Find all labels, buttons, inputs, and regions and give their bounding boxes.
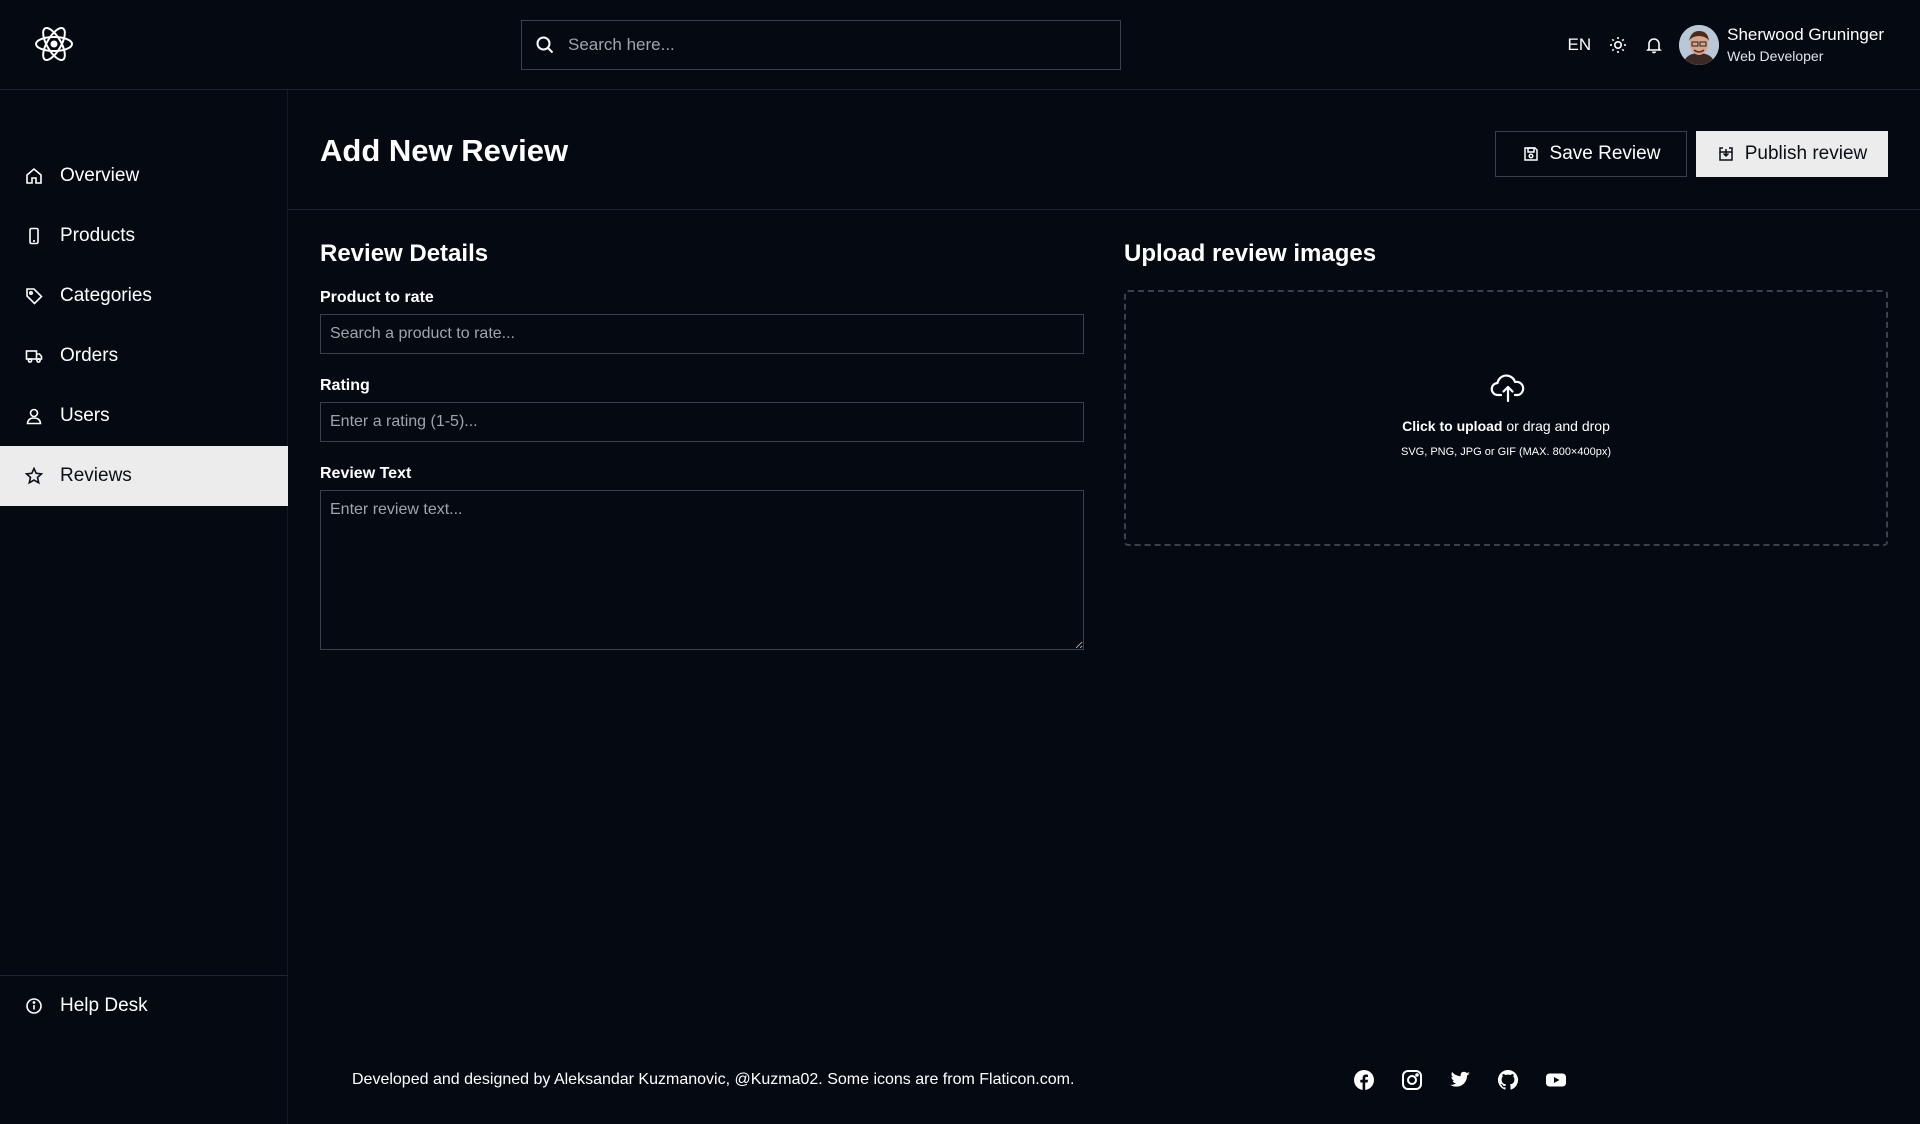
phone-icon: [24, 226, 44, 246]
review-text-field[interactable]: [320, 490, 1084, 650]
sidebar-item-label: Orders: [60, 345, 119, 366]
sidebar-item-orders[interactable]: Orders: [0, 326, 288, 386]
user-info[interactable]: Sherwood Gruninger Web Developer: [1727, 24, 1884, 66]
publish-icon: [1717, 145, 1735, 163]
save-icon: [1522, 145, 1540, 163]
sidebar-item-label: Users: [60, 405, 110, 426]
star-icon: [24, 466, 44, 486]
sidebar-item-overview[interactable]: Overview: [0, 146, 288, 206]
github-icon[interactable]: [1497, 1069, 1519, 1091]
header-actions: EN Sherwood Gruninger Web Developer: [1568, 22, 1884, 68]
sidebar-item-label: Reviews: [60, 465, 132, 486]
sidebar-item-label: Overview: [60, 165, 140, 186]
save-review-button[interactable]: Save Review: [1495, 131, 1687, 177]
publish-review-label: Publish review: [1744, 143, 1868, 164]
image-dropzone[interactable]: Click to upload or drag and drop SVG, PN…: [1124, 290, 1888, 546]
home-icon: [24, 166, 44, 186]
publish-review-button[interactable]: Publish review: [1696, 131, 1888, 177]
drag-drop-text: or drag and drop: [1502, 418, 1610, 434]
save-review-label: Save Review: [1549, 143, 1661, 164]
sidebar-nav: Overview Products Categories Orders User…: [0, 146, 288, 506]
sidebar-item-label: Products: [60, 225, 135, 246]
info-icon: [24, 996, 44, 1016]
header-search: [521, 20, 1121, 70]
page-header: Add New Review Save Review Publish revie…: [288, 90, 1920, 210]
page-title: Add New Review: [320, 133, 569, 168]
user-role: Web Developer: [1727, 48, 1824, 64]
cloud-upload-icon: [1490, 372, 1526, 404]
truck-icon: [24, 346, 44, 366]
search-icon: [534, 34, 556, 56]
sidebar-item-label: Categories: [60, 285, 152, 306]
facebook-icon[interactable]: [1353, 1069, 1375, 1091]
sidebar-item-help-desk[interactable]: Help Desk: [0, 976, 288, 1036]
twitter-icon[interactable]: [1449, 1069, 1471, 1091]
sun-icon[interactable]: [1607, 34, 1629, 56]
sidebar: Overview Products Categories Orders User…: [0, 90, 288, 1124]
user-icon: [24, 406, 44, 426]
instagram-icon[interactable]: [1401, 1069, 1423, 1091]
social-links: [1353, 1069, 1593, 1091]
user-name: Sherwood Gruninger: [1727, 25, 1884, 44]
upload-instructions: Click to upload or drag and drop: [1126, 418, 1886, 434]
top-header: EN: [0, 0, 1920, 90]
product-label: Product to rate: [320, 289, 434, 306]
rating-input[interactable]: [320, 402, 1084, 442]
sidebar-footer: Help Desk: [0, 975, 288, 1036]
bell-icon[interactable]: [1643, 34, 1665, 56]
sidebar-item-users[interactable]: Users: [0, 386, 288, 446]
sidebar-item-reviews[interactable]: Reviews: [0, 446, 288, 506]
upload-title: Upload review images: [1124, 240, 1377, 267]
rating-label: Rating: [320, 377, 370, 394]
product-search-input[interactable]: [320, 314, 1084, 354]
react-logo-icon[interactable]: [33, 23, 75, 65]
avatar[interactable]: [1679, 25, 1720, 65]
footer-credit: Developed and designed by Aleksandar Kuz…: [352, 1071, 1075, 1088]
click-to-upload-text[interactable]: Click to upload: [1402, 418, 1502, 434]
review-details-title: Review Details: [320, 240, 489, 267]
sidebar-item-label: Help Desk: [60, 995, 148, 1016]
sidebar-item-products[interactable]: Products: [0, 206, 288, 266]
upload-formats: SVG, PNG, JPG or GIF (MAX. 800×400px): [1401, 446, 1611, 458]
youtube-icon[interactable]: [1545, 1069, 1567, 1091]
sidebar-item-categories[interactable]: Categories: [0, 266, 288, 326]
search-input[interactable]: [556, 21, 1120, 69]
review-text-label: Review Text: [320, 465, 412, 482]
tag-icon: [24, 286, 44, 306]
language-selector[interactable]: EN: [1568, 35, 1592, 55]
